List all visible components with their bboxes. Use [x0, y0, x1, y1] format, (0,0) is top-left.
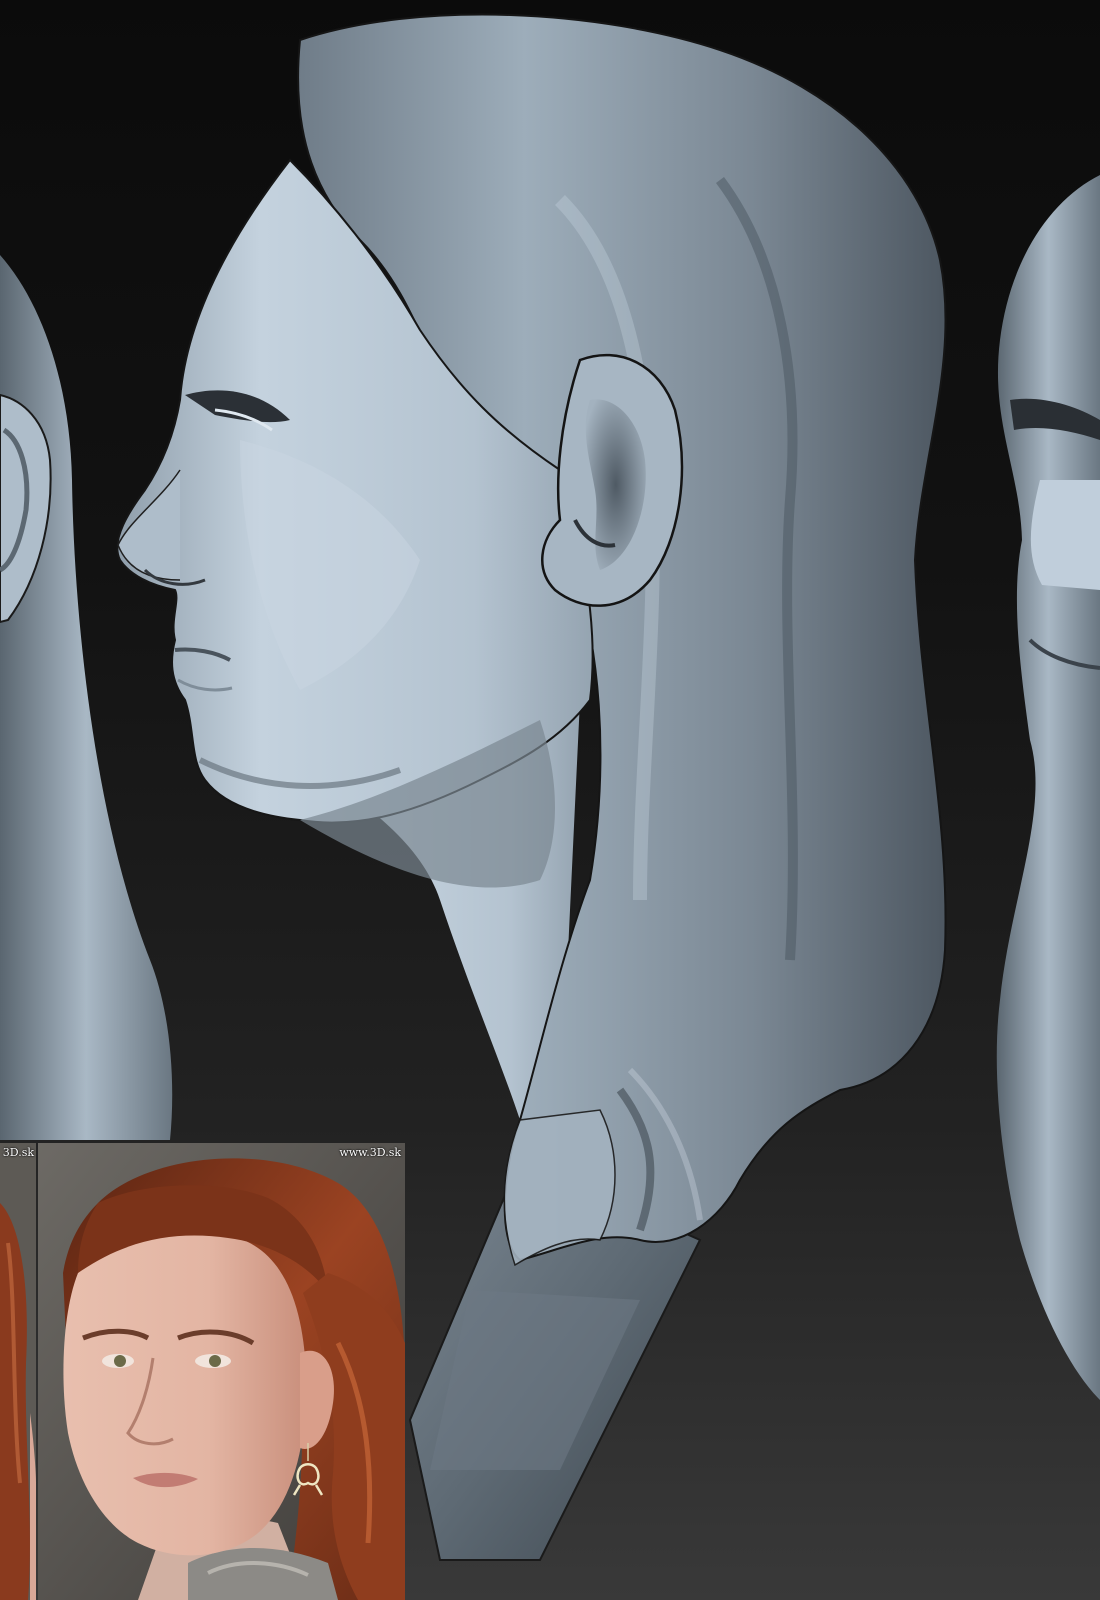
- reference-photo-main: www.3D.sk: [38, 1143, 405, 1600]
- reference-photo-strip: 3D.sk www.3D.sk: [0, 1143, 405, 1600]
- left-sculpt-view: [0, 255, 173, 1140]
- right-sculpt-view: [996, 175, 1100, 1400]
- reference-watermark-main: www.3D.sk: [339, 1146, 401, 1159]
- reference-watermark-left: 3D.sk: [2, 1146, 34, 1159]
- reference-photo-left: 3D.sk: [0, 1143, 36, 1600]
